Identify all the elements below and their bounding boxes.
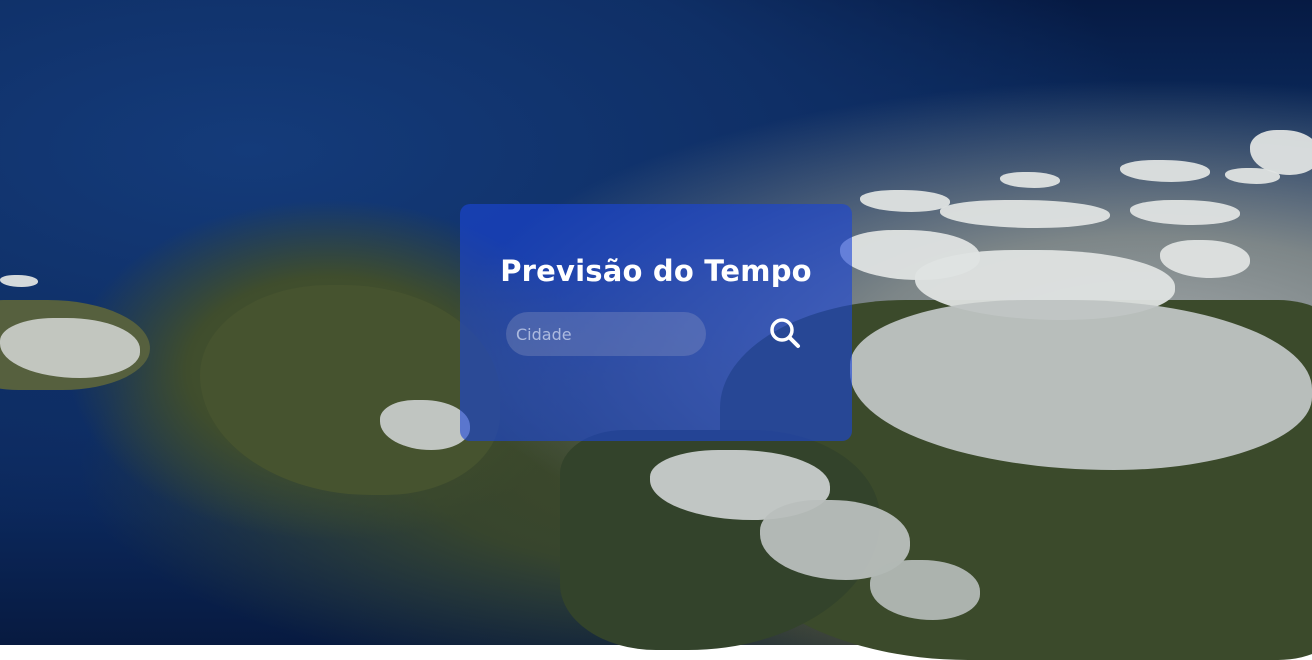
app-title: Previsão do Tempo: [500, 254, 812, 288]
ice-patch: [1160, 240, 1250, 278]
ice-patch: [1130, 200, 1240, 225]
ice-patch: [860, 190, 950, 212]
landmass-alaska: [200, 285, 500, 495]
ice-patch: [1120, 160, 1210, 182]
ice-patch: [1000, 172, 1060, 188]
ice-patch: [1225, 168, 1280, 184]
ice-patch: [0, 275, 38, 287]
weather-search-card: Previsão do Tempo: [460, 204, 852, 441]
city-search-input[interactable]: [506, 312, 706, 356]
ice-patch: [940, 200, 1110, 228]
search-icon: [770, 318, 800, 348]
search-button[interactable]: [762, 312, 806, 356]
